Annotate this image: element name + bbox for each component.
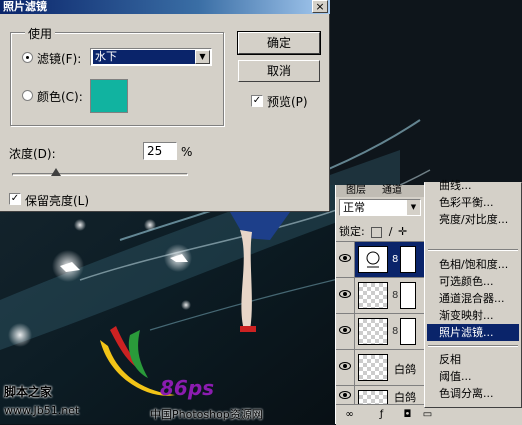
adjustment-layer-thumbnail	[358, 246, 388, 273]
tab-layers[interactable]: 图层	[340, 185, 372, 197]
density-label: 浓度(D):	[9, 147, 56, 161]
preview-checkbox[interactable]: ✓	[251, 95, 263, 107]
close-button[interactable]: ×	[312, 0, 328, 13]
menu-item-hue-saturation[interactable]: 色相/饱和度...	[427, 256, 519, 273]
menu-separator	[428, 345, 518, 347]
density-slider-track[interactable]	[12, 173, 188, 176]
photo-filter-dialog: 照片滤镜 × 使用 滤镜(F): 水下 ▼ 颜色(C): 确定 取消 ✓ 预览(…	[0, 0, 330, 212]
adjustment-icon	[366, 251, 380, 268]
tab-channels[interactable]: 通道	[376, 185, 408, 197]
lock-row: 锁定: ∕ ✛	[339, 223, 407, 239]
menu-item-color-balance[interactable]: 色彩平衡...	[427, 194, 519, 211]
blend-mode-value: 正常	[343, 201, 365, 214]
watermark-site-name: 脚本之家	[4, 385, 53, 399]
density-unit: %	[181, 145, 193, 159]
layer-thumbnail	[358, 282, 388, 309]
cancel-button[interactable]: 取消	[238, 60, 320, 82]
visibility-column	[336, 386, 355, 405]
menu-item-gradient-map[interactable]: 渐变映射...	[427, 307, 519, 324]
color-swatch[interactable]	[90, 79, 128, 113]
lock-transparency-icon[interactable]	[371, 226, 383, 238]
menu-item-brightness-contrast[interactable]: 亮度/对比度...	[427, 211, 519, 228]
menu-separator	[428, 249, 518, 251]
eye-icon[interactable]	[339, 326, 351, 334]
visibility-column	[336, 278, 355, 314]
menu-item-posterize[interactable]: 色调分离...	[427, 385, 519, 402]
close-icon: ×	[315, 0, 325, 13]
link-icon: 8	[392, 290, 399, 301]
lock-move-icon[interactable]: ✛	[398, 225, 407, 238]
layer-thumbnail	[358, 318, 388, 345]
chevron-down-icon[interactable]: ▼	[407, 200, 420, 215]
lock-label: 锁定:	[339, 225, 365, 238]
menu-item-threshold[interactable]: 阈值...	[427, 368, 519, 385]
layer-mask-thumbnail	[400, 282, 416, 309]
watermark-site-url: www.Jb51.net	[4, 404, 80, 417]
layer-thumbnail	[358, 390, 388, 405]
visibility-column	[336, 314, 355, 350]
preserve-luminosity-checkbox[interactable]: ✓	[9, 193, 21, 205]
density-input[interactable]: 25	[143, 142, 177, 160]
menu-item-curves[interactable]: 曲线...	[427, 177, 519, 194]
menu-item-photo-filter[interactable]: 照片滤镜...	[427, 324, 519, 341]
dialog-title-bar[interactable]: 照片滤镜	[0, 0, 330, 14]
link-icon: 8	[392, 254, 399, 265]
layer-mask-thumbnail	[400, 318, 416, 345]
visibility-column	[336, 350, 355, 386]
layer-mask-thumbnail	[400, 246, 416, 273]
color-label: 颜色(C):	[37, 90, 83, 104]
blend-mode-select[interactable]: 正常 ▼	[339, 199, 421, 216]
link-icon: 8	[392, 326, 399, 337]
visibility-column	[336, 242, 355, 278]
chevron-down-icon[interactable]: ▼	[195, 50, 210, 64]
layer-style-icon[interactable]: ƒ	[376, 409, 387, 420]
preview-label: 预览(P)	[267, 95, 308, 109]
link-layers-icon[interactable]: ∞	[344, 409, 355, 420]
menu-item-invert[interactable]: 反相	[427, 351, 519, 368]
menu-item-channel-mixer[interactable]: 通道混合器...	[427, 290, 519, 307]
filter-label: 滤镜(F):	[37, 52, 82, 66]
layer-name: 白鸽	[394, 391, 416, 404]
dialog-title: 照片滤镜	[3, 0, 47, 13]
adjustment-menu: 曲线... 色彩平衡... 亮度/对比度... 色相/饱和度... 可选颜色..…	[424, 179, 522, 408]
eye-icon[interactable]	[339, 290, 351, 298]
eye-icon[interactable]	[339, 391, 351, 399]
use-group-label: 使用	[25, 25, 56, 42]
watermark-brand: 中国Photoshop资源网	[150, 408, 263, 421]
layer-name: 白鸽	[394, 363, 416, 376]
menu-item-selective-color[interactable]: 可选颜色...	[427, 273, 519, 290]
eye-icon[interactable]	[339, 362, 351, 370]
lock-paint-icon[interactable]: ∕	[389, 225, 393, 238]
color-radio[interactable]	[22, 90, 33, 101]
watermark-logo-text: 86ps	[160, 376, 215, 400]
add-mask-icon[interactable]: ◘	[402, 409, 413, 420]
density-slider-thumb[interactable]	[51, 168, 61, 176]
ok-button[interactable]: 确定	[237, 31, 321, 55]
new-set-icon[interactable]: ▭	[422, 409, 433, 420]
filter-select[interactable]: 水下 ▼	[90, 48, 212, 66]
eye-icon[interactable]	[339, 254, 351, 262]
layer-thumbnail	[358, 354, 388, 381]
filter-radio[interactable]	[22, 52, 33, 63]
filter-select-value: 水下	[93, 50, 195, 64]
preserve-luminosity-label: 保留亮度(L)	[25, 194, 90, 208]
